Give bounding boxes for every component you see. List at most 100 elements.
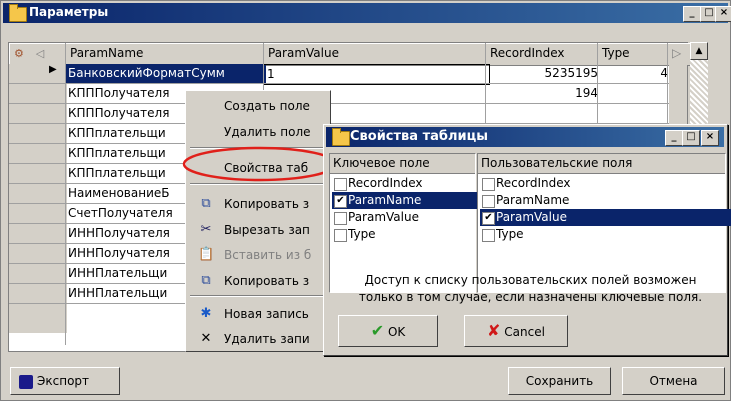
menu-item-label: Удалить поле: [224, 125, 311, 139]
close-button[interactable]: ×: [715, 6, 731, 22]
menu-item-label: Копировать з: [224, 274, 310, 288]
cut-icon: ✂: [200, 222, 212, 237]
menu-item-label: Вставить из б: [224, 248, 312, 262]
scroll-left-icon[interactable]: ◁: [36, 47, 44, 60]
checkbox-checked[interactable]: ✔: [334, 195, 347, 208]
user-field-item[interactable]: ParamName: [480, 192, 731, 209]
dialog-close-button[interactable]: ×: [701, 130, 719, 146]
cell-paramname[interactable]: БанковскийФорматСумм: [65, 64, 266, 83]
save-disk-icon: [19, 374, 33, 389]
dialog-title: Свойства таблицы: [350, 129, 488, 144]
user-field-label: Type: [496, 227, 524, 241]
cell-paramname[interactable]: СчетПолучателя: [65, 204, 192, 223]
key-field-label: ParamValue: [348, 210, 419, 224]
column-header-type[interactable]: Type: [597, 43, 673, 66]
dialog-titlebar: Свойства таблицы _ □ ×: [326, 127, 724, 147]
grid-corner: ⚙ ◁: [9, 43, 71, 66]
cell-recordindex[interactable]: 5235195: [485, 64, 602, 83]
cell-paramname[interactable]: КПППолучателя: [65, 84, 192, 103]
save-button[interactable]: Сохранить: [508, 367, 611, 395]
minimize-button[interactable]: _: [683, 6, 701, 22]
menu-separator: [190, 295, 328, 297]
checkmark-icon: ✔: [370, 321, 385, 340]
window-title: Параметры: [29, 5, 109, 19]
cell-paramvalue-edit[interactable]: 1: [263, 64, 490, 85]
key-fields-header: Ключевое поле: [330, 154, 475, 174]
ok-label: OK: [387, 325, 406, 339]
menu-item-create-field[interactable]: Создать поле: [190, 96, 364, 116]
cross-icon: ✘: [487, 321, 501, 340]
table-properties-dialog: Свойства таблицы _ □ × Ключевое поле Rec…: [323, 124, 731, 356]
dialog-maximize-button[interactable]: □: [682, 130, 700, 146]
checkbox[interactable]: [334, 178, 347, 191]
user-field-label: RecordIndex: [496, 176, 571, 190]
user-field-label: ParamValue: [496, 210, 567, 224]
cell-paramname[interactable]: ИННПолучателя: [65, 244, 192, 263]
window-titlebar: Параметры _ □ ×: [3, 3, 731, 23]
grid-settings-icon[interactable]: ⚙: [14, 47, 24, 60]
key-field-item[interactable]: RecordIndex: [332, 175, 487, 192]
cancel-button[interactable]: ✘ Cancel: [464, 315, 568, 347]
checkbox[interactable]: [482, 229, 495, 242]
cancel-main-label: Отмена: [649, 374, 698, 388]
delete-icon: ✕: [200, 331, 212, 346]
cell-paramname[interactable]: КППплательщи: [65, 124, 192, 143]
row-indicator: ▶: [9, 64, 67, 83]
menu-item-label: Копировать з: [224, 197, 310, 211]
current-row-icon: ▶: [49, 64, 57, 75]
folder-icon: [9, 4, 27, 22]
export-label: Экспорт: [37, 374, 90, 388]
user-field-item[interactable]: RecordIndex: [480, 175, 731, 192]
user-field-label: ParamName: [496, 193, 570, 207]
checkbox[interactable]: [482, 178, 495, 191]
copy-icon: ⧉: [201, 196, 211, 211]
checkbox[interactable]: [482, 195, 495, 208]
user-fields-header: Пользовательские поля: [478, 154, 725, 174]
key-field-label: RecordIndex: [348, 176, 423, 190]
user-field-item-selected[interactable]: ✔ ParamValue: [480, 209, 731, 226]
highlight-ellipse: [182, 146, 338, 182]
cell-paramname[interactable]: НаименованиеБ: [65, 184, 192, 203]
column-header-paramname[interactable]: ParamName: [65, 43, 269, 66]
export-button[interactable]: Экспорт: [10, 367, 120, 395]
key-field-item[interactable]: Type: [332, 226, 487, 243]
dialog-note-line: Доступ к списку пользовательских полей в…: [364, 273, 697, 287]
paste-icon: 📋: [198, 247, 215, 262]
menu-item-label: Вырезать зап: [224, 223, 310, 237]
copy-icon: ⧉: [201, 273, 211, 288]
checkbox-checked[interactable]: ✔: [482, 212, 495, 225]
menu-item-label: Новая запись: [224, 307, 309, 321]
new-record-icon: ✱: [200, 306, 212, 321]
column-header-recordindex[interactable]: RecordIndex: [485, 43, 603, 66]
key-field-label: Type: [348, 227, 376, 241]
cell-paramname[interactable]: ИННПлательщи: [65, 284, 192, 303]
cell-paramname[interactable]: ИННПолучателя: [65, 224, 192, 243]
cell-paramname[interactable]: КППплательщи: [65, 144, 192, 163]
cell-recordindex[interactable]: 194: [485, 84, 602, 103]
key-field-item-selected[interactable]: ✔ ParamName: [332, 192, 487, 209]
save-label: Сохранить: [525, 374, 594, 388]
folder-icon: [332, 128, 350, 146]
menu-item-label: Создать поле: [224, 99, 310, 113]
cell-paramname[interactable]: КППплательщи: [65, 164, 192, 183]
user-field-item[interactable]: Type: [480, 226, 731, 243]
row-indicator-column: [9, 83, 67, 333]
checkbox[interactable]: [334, 229, 347, 242]
checkbox[interactable]: [334, 212, 347, 225]
key-field-item[interactable]: ParamValue: [332, 209, 487, 226]
cancel-main-button[interactable]: Отмена: [622, 367, 725, 395]
ok-button[interactable]: ✔ OK: [338, 315, 438, 347]
scroll-up-button[interactable]: ▲: [690, 42, 708, 60]
cancel-label: Cancel: [504, 325, 545, 339]
menu-item-label: Удалить запи: [224, 332, 310, 346]
dialog-minimize-button[interactable]: _: [665, 130, 683, 146]
grid-line: [65, 43, 66, 345]
dialog-note-line: только в том случае, если назначены ключ…: [358, 290, 703, 304]
cell-type[interactable]: 4: [597, 64, 672, 83]
key-field-label: ParamName: [348, 193, 422, 207]
column-header-paramvalue[interactable]: ParamValue: [263, 43, 491, 66]
cell-paramname[interactable]: ИННПлательщи: [65, 264, 192, 283]
grid-line: [9, 83, 679, 84]
cell-paramname[interactable]: КПППолучателя: [65, 104, 192, 123]
context-menu: Создать поле Удалить поле Свойства таб ⧉…: [185, 90, 331, 352]
